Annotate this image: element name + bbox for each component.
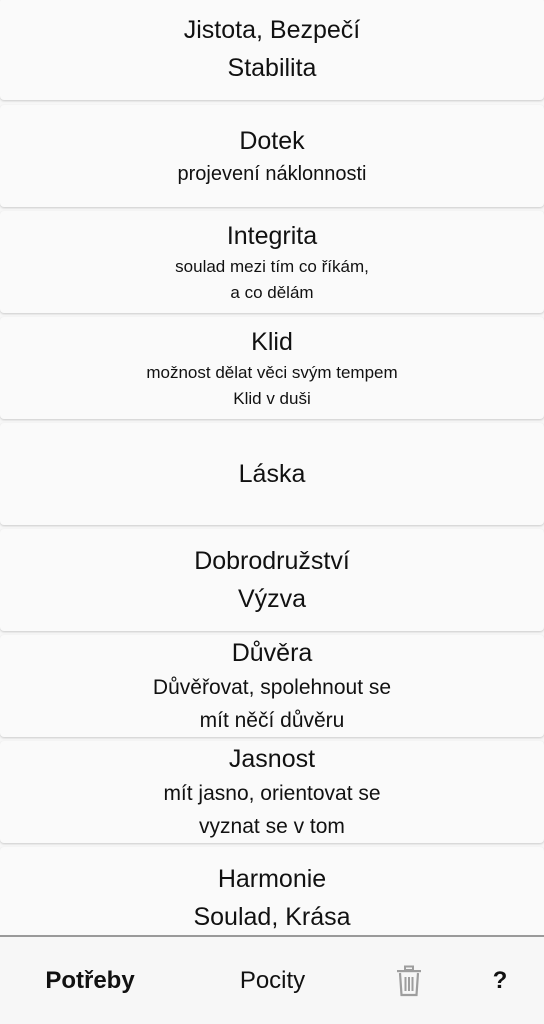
item-title: Láska bbox=[238, 460, 306, 488]
list-item[interactable]: Dotek projevení náklonnosti bbox=[0, 105, 544, 207]
item-line-1: mít jasno, orientovat se bbox=[163, 782, 381, 805]
list-item[interactable]: Dobrodružství Výzva bbox=[0, 529, 544, 631]
list-item[interactable]: Jistota, Bezpečí Stabilita bbox=[0, 0, 544, 100]
item-subtitle: projevení náklonnosti bbox=[177, 163, 367, 185]
item-subtitle: Výzva bbox=[237, 585, 307, 613]
item-title: Dobrodružství bbox=[194, 547, 350, 575]
item-line-2: vyznat se v tom bbox=[199, 815, 345, 838]
item-title: Harmonie bbox=[217, 865, 327, 893]
item-subtitle: Soulad, Krása bbox=[193, 903, 351, 931]
item-line-2: Klid v duši bbox=[233, 389, 311, 408]
item-title: Integrita bbox=[226, 222, 318, 250]
list-item[interactable]: Jasnost mít jasno, orientovat se vyznat … bbox=[0, 741, 544, 843]
item-line-1: možnost dělat věci svým tempem bbox=[146, 363, 398, 382]
item-title: Jasnost bbox=[228, 745, 316, 773]
item-line-2: mít něčí důvěru bbox=[199, 709, 345, 732]
bottom-navigation: Potřeby Pocity ? bbox=[0, 935, 544, 1024]
tab-feelings[interactable]: Pocity bbox=[200, 937, 345, 1024]
needs-list: Jistota, Bezpečí Stabilita Dotek projeve… bbox=[0, 0, 544, 935]
list-item[interactable]: Harmonie Soulad, Krása bbox=[0, 847, 544, 935]
tab-needs[interactable]: Potřeby bbox=[20, 937, 160, 1024]
trash-icon[interactable] bbox=[394, 965, 424, 997]
item-line-1: soulad mezi tím co říkám, bbox=[175, 257, 369, 276]
help-button[interactable]: ? bbox=[482, 937, 518, 1024]
item-subtitle: Stabilita bbox=[227, 54, 317, 82]
list-item[interactable]: Láska bbox=[0, 423, 544, 525]
item-title: Dotek bbox=[239, 127, 305, 155]
item-title: Důvěra bbox=[231, 639, 313, 667]
list-item[interactable]: Důvěra Důvěřovat, spolehnout se mít něčí… bbox=[0, 635, 544, 737]
item-title: Jistota, Bezpečí bbox=[183, 16, 361, 44]
item-line-2: a co dělám bbox=[230, 283, 314, 302]
item-line-1: Důvěřovat, spolehnout se bbox=[152, 676, 392, 699]
list-item[interactable]: Klid možnost dělat věci svým tempem Klid… bbox=[0, 317, 544, 419]
item-title: Klid bbox=[251, 328, 293, 356]
list-item[interactable]: Integrita soulad mezi tím co říkám, a co… bbox=[0, 211, 544, 313]
